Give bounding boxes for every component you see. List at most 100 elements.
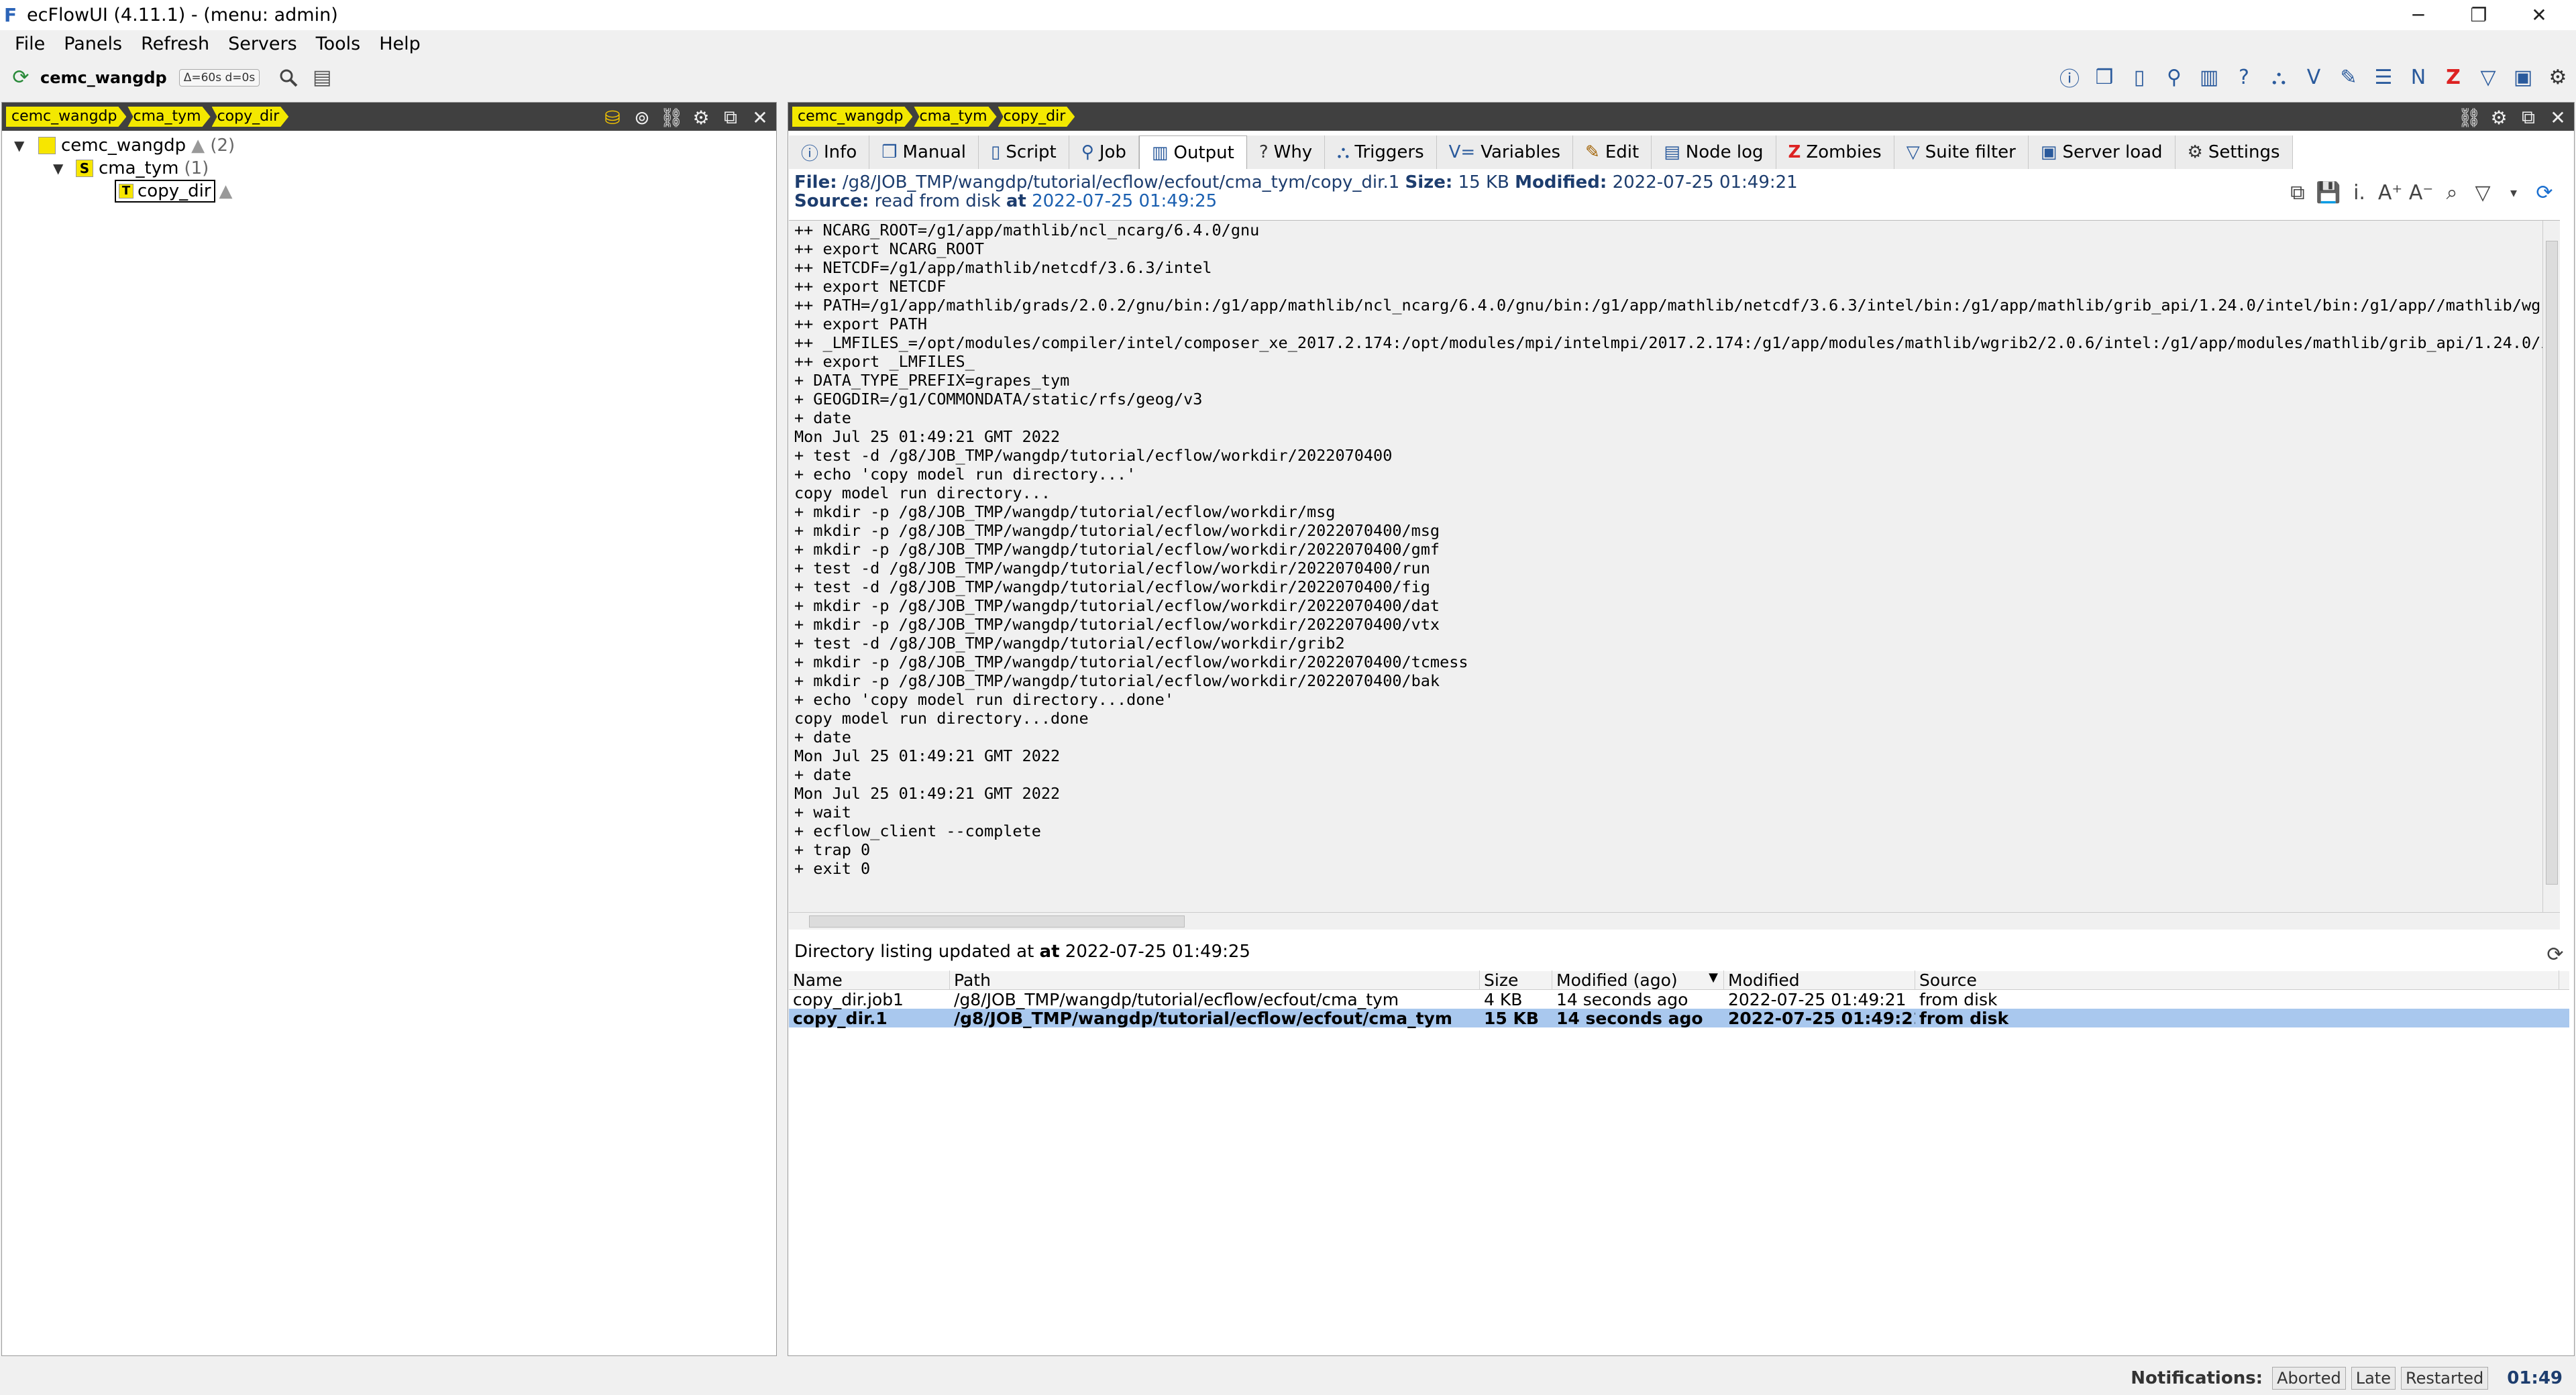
- menu-help[interactable]: Help: [370, 34, 430, 54]
- log-icon[interactable]: ☰: [2371, 64, 2396, 90]
- col-source[interactable]: Source: [1915, 970, 2559, 990]
- reload-icon[interactable]: ⟳: [2532, 180, 2557, 205]
- close-button[interactable]: ✕: [2509, 0, 2569, 30]
- server-load-icon[interactable]: ▣: [2510, 64, 2536, 90]
- why-icon[interactable]: ?: [2231, 64, 2257, 90]
- tab-job[interactable]: ⚲ Job: [1069, 135, 1139, 169]
- tab-why[interactable]: ? Why: [1246, 135, 1326, 169]
- server-selector[interactable]: cemc_wangdp Δ=60s d=0s: [40, 68, 260, 87]
- tab-triggers[interactable]: ⛬ Triggers: [1325, 135, 1437, 169]
- col-modified[interactable]: Modified: [1724, 970, 1915, 990]
- chevron-down-icon[interactable]: ▾: [2501, 180, 2526, 205]
- link-icon[interactable]: ⛓: [2457, 107, 2481, 129]
- info-icon: ⓘ: [801, 144, 819, 164]
- tree-node-suite[interactable]: ▼ S cma_tym (1): [53, 158, 209, 179]
- zombies-icon[interactable]: Z: [2440, 64, 2466, 90]
- panel-settings-icon[interactable]: ⚙: [2488, 107, 2510, 129]
- breadcrumb-server[interactable]: cemc_wangdp: [6, 107, 126, 127]
- node-filter-icon[interactable]: ⛁: [602, 107, 623, 129]
- col-modified-ago[interactable]: Modified (ago) ▼: [1552, 970, 1724, 990]
- settings-icon[interactable]: ⚙: [2545, 64, 2571, 90]
- breadcrumb-task[interactable]: copy_dir: [998, 107, 1075, 127]
- collapse-arrow-icon[interactable]: ▼: [53, 160, 66, 176]
- tab-settings[interactable]: ⚙ Settings: [2175, 135, 2293, 169]
- status-clock: 01:49: [2507, 1368, 2563, 1388]
- menu-refresh[interactable]: Refresh: [131, 34, 219, 54]
- detach-icon[interactable]: ⧉: [720, 106, 741, 128]
- notification-restarted[interactable]: Restarted: [2400, 1367, 2489, 1390]
- col-name[interactable]: Name: [789, 970, 950, 990]
- info-icon[interactable]: ⓘ: [2057, 64, 2082, 91]
- scroll-thumb[interactable]: [2546, 241, 2558, 885]
- tab-script[interactable]: ▯ Script: [979, 135, 1069, 169]
- edit-icon[interactable]: ✎: [2336, 64, 2361, 90]
- panel-settings-icon[interactable]: ⚙: [690, 107, 712, 129]
- col-path[interactable]: Path: [950, 970, 1480, 990]
- node-count: (1): [184, 158, 209, 178]
- col-size[interactable]: Size: [1480, 970, 1552, 990]
- collapse-arrow-icon[interactable]: ▼: [14, 137, 28, 154]
- tab-info[interactable]: ⓘ Info: [789, 135, 870, 169]
- font-increase-icon[interactable]: A⁺: [2377, 180, 2403, 205]
- search-node-icon[interactable]: ⊚: [631, 107, 653, 129]
- refresh-icon[interactable]: ⟳: [8, 65, 34, 91]
- task-flag-icon: ▲: [219, 181, 233, 201]
- breadcrumb-server[interactable]: cemc_wangdp: [792, 107, 912, 127]
- filter-icon[interactable]: ▽: [2470, 180, 2496, 205]
- script-icon[interactable]: ▯: [2127, 64, 2152, 90]
- tab-variables[interactable]: V= Variables: [1436, 135, 1574, 169]
- menu-servers[interactable]: Servers: [219, 34, 307, 54]
- manual-icon[interactable]: ❒: [2092, 64, 2117, 90]
- tab-suite-filter[interactable]: ▽ Suite filter: [1894, 135, 2029, 169]
- notification-late[interactable]: Late: [2351, 1367, 2396, 1390]
- tab-manual[interactable]: ❒ Manual: [869, 135, 979, 169]
- scroll-thumb[interactable]: [809, 915, 1185, 928]
- tab-output[interactable]: ▥ Output: [1138, 135, 1247, 169]
- breadcrumb-suite[interactable]: cma_tym: [127, 107, 210, 127]
- variables-icon[interactable]: V: [2301, 64, 2326, 90]
- nodelog-icon[interactable]: N: [2406, 64, 2431, 90]
- restore-button[interactable]: ❐: [2449, 0, 2509, 30]
- job-icon[interactable]: ⚲: [2161, 64, 2187, 90]
- save-icon[interactable]: 💾: [2316, 180, 2341, 205]
- manual-icon: ❒: [881, 142, 898, 162]
- menu-file[interactable]: File: [5, 34, 54, 54]
- table-row-selected[interactable]: copy_dir.1 /g8/JOB_TMP/wangdp/tutorial/e…: [789, 1009, 2569, 1028]
- selected-node[interactable]: T copy_dir: [115, 180, 215, 203]
- server-db-icon[interactable]: ▤: [309, 65, 335, 91]
- search-icon[interactable]: ⌕: [2439, 180, 2465, 205]
- tab-edit[interactable]: ✎ Edit: [1573, 135, 1652, 169]
- dir-refresh-icon[interactable]: ⟳: [2542, 942, 2568, 967]
- tab-node-log[interactable]: ▤ Node log: [1652, 135, 1776, 169]
- output-text-area[interactable]: ++ NCARG_ROOT=/g1/app/mathlib/ncl_ncarg/…: [789, 220, 2560, 917]
- filter-icon: ▽: [1906, 142, 1920, 162]
- search-icon[interactable]: [276, 65, 301, 91]
- tab-zombies[interactable]: Z Zombies: [1776, 135, 1894, 169]
- tab-server-load[interactable]: ▣ Server load: [2028, 135, 2176, 169]
- minimize-button[interactable]: ─: [2388, 0, 2449, 30]
- panel-close-icon[interactable]: ✕: [749, 107, 771, 129]
- horizontal-scrollbar[interactable]: [789, 912, 2560, 930]
- font-decrease-icon[interactable]: A⁻: [2408, 180, 2434, 205]
- output-file-info: File: /g8/JOB_TMP/wangdp/tutorial/ecflow…: [794, 173, 1798, 211]
- filter-icon[interactable]: ▽: [2475, 64, 2501, 90]
- refresh-delta: Δ=60s d=0s: [178, 68, 260, 87]
- link-icon[interactable]: ⛓: [659, 107, 684, 129]
- output-icon[interactable]: ▥: [2196, 64, 2222, 90]
- tree-node-task[interactable]: T copy_dir ▲: [115, 180, 233, 203]
- notifications-label: Notifications:: [2131, 1368, 2263, 1388]
- panel-close-icon[interactable]: ✕: [2547, 107, 2569, 129]
- menu-panels[interactable]: Panels: [54, 34, 131, 54]
- breadcrumb-suite[interactable]: cma_tym: [914, 107, 996, 127]
- tree-node-server[interactable]: ▼ cemc_wangdp ▲ (2): [14, 135, 235, 156]
- line-number-icon[interactable]: i.: [2347, 180, 2372, 205]
- copy-icon[interactable]: ⧉: [2285, 180, 2310, 205]
- notification-aborted[interactable]: Aborted: [2272, 1367, 2346, 1390]
- triggers-icon[interactable]: ⛬: [2266, 64, 2292, 90]
- vertical-scrollbar[interactable]: [2542, 221, 2560, 917]
- table-row[interactable]: copy_dir.job1 /g8/JOB_TMP/wangdp/tutoria…: [789, 990, 2569, 1009]
- menu-tools[interactable]: Tools: [307, 34, 370, 54]
- detach-icon[interactable]: ⧉: [2518, 106, 2539, 128]
- breadcrumb-task[interactable]: copy_dir: [212, 107, 289, 127]
- window-title: ecFlowUI (4.11.1) - (menu: admin): [27, 5, 338, 25]
